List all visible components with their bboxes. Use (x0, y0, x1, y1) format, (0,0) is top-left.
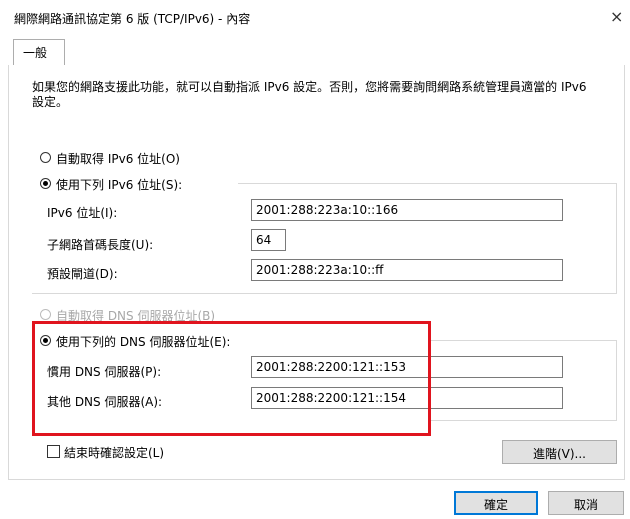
prefix-length-field[interactable]: 64 (251, 229, 286, 251)
ipv6-address-label: IPv6 位址(I): (47, 206, 118, 220)
ip-group-top-line (238, 183, 616, 184)
ipv6-address-field[interactable]: 2001:288:223a:10::166 (251, 199, 563, 221)
ip-auto-radio[interactable] (40, 152, 51, 163)
gateway-field[interactable]: 2001:288:223a:10::ff (251, 259, 563, 281)
ip-manual-radio[interactable] (40, 178, 51, 189)
window-title: 網際網路通訊協定第 6 版 (TCP/IPv6) - 內容 (14, 12, 251, 26)
ip-group-right-line (616, 183, 617, 293)
advanced-button[interactable]: 進階(V)... (502, 440, 617, 464)
validate-on-exit-checkbox[interactable] (47, 445, 60, 458)
ip-group-bottom-line (32, 293, 617, 294)
validate-on-exit-label[interactable]: 結束時確認設定(L) (64, 444, 164, 461)
dns-group-bottom-line (431, 420, 617, 421)
dns-group-top-line (431, 340, 617, 341)
gateway-label: 預設閘道(D): (47, 267, 118, 281)
ok-button[interactable]: 確定 (454, 491, 538, 515)
dns-auto-radio[interactable] (40, 309, 51, 320)
prefix-length-label: 子網路首碼長度(U): (47, 238, 154, 252)
tab-general[interactable]: 一般 (13, 39, 65, 65)
dns-group-right-line (616, 340, 617, 420)
description-text: 如果您的網路支援此功能，就可以自動指派 IPv6 設定。否則，您將需要詢問網路系… (32, 80, 587, 109)
cancel-button[interactable]: 取消 (548, 491, 624, 515)
close-icon[interactable]: × (610, 7, 623, 26)
ip-auto-label[interactable]: 自動取得 IPv6 位址(O) (56, 150, 180, 167)
highlight-box (32, 321, 431, 436)
ip-manual-label[interactable]: 使用下列 IPv6 位址(S): (56, 176, 182, 193)
